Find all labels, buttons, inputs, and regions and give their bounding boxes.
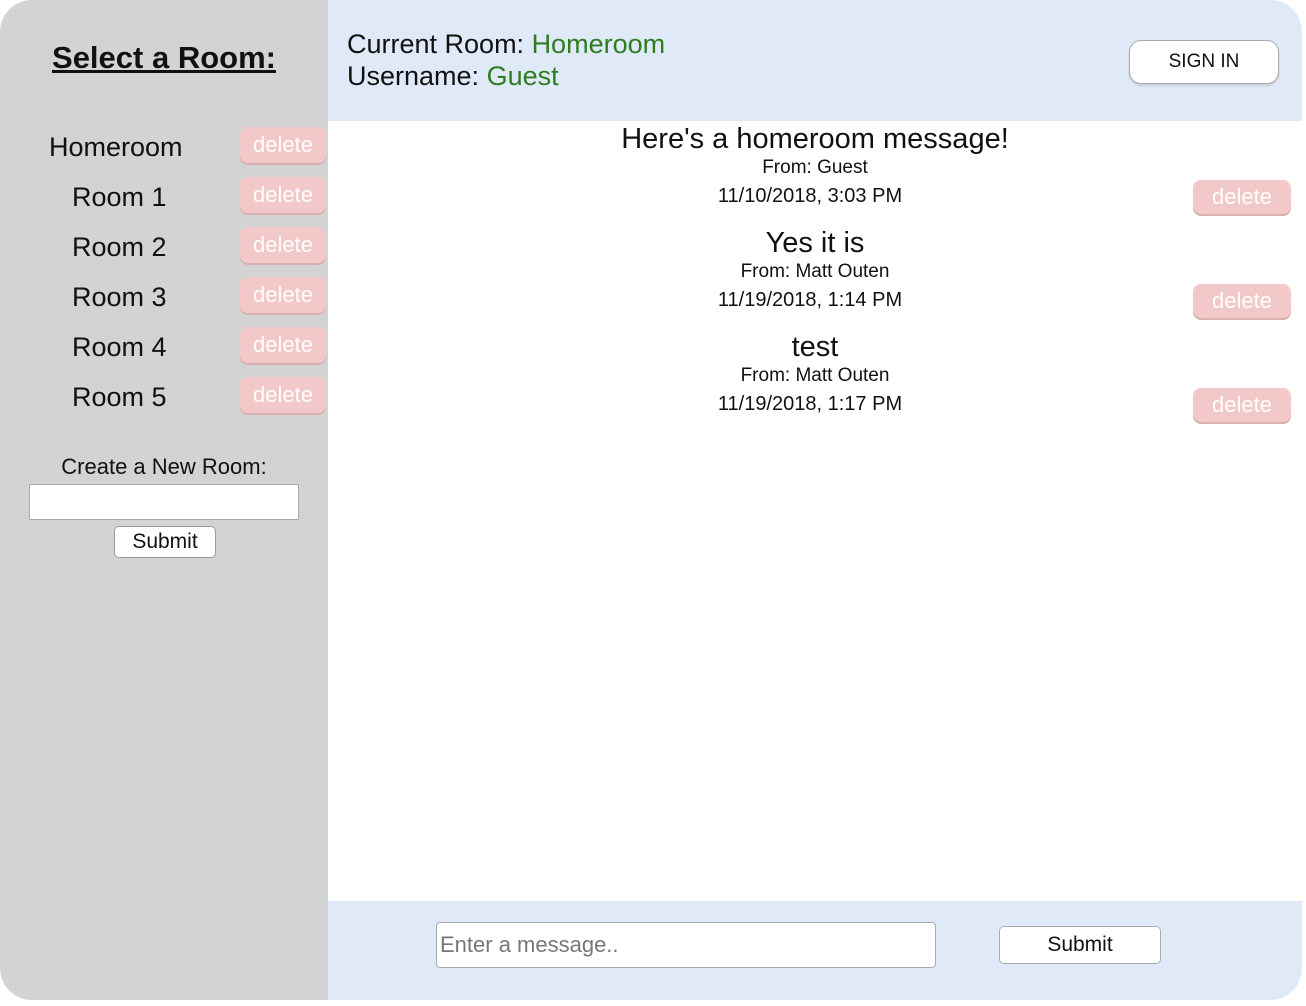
message-input[interactable] bbox=[436, 922, 936, 968]
delete-message-button[interactable]: delete bbox=[1193, 284, 1291, 318]
room-item-room-2: Room 2 delete bbox=[0, 227, 328, 267]
delete-room-button[interactable]: delete bbox=[240, 377, 326, 413]
send-message-button[interactable]: Submit bbox=[999, 926, 1161, 964]
new-room-input[interactable] bbox=[29, 484, 299, 520]
create-room-label: Create a New Room: bbox=[61, 454, 267, 479]
sign-in-button[interactable]: SIGN IN bbox=[1129, 40, 1279, 84]
room-link[interactable]: Room 2 bbox=[72, 227, 167, 267]
message-composer: Submit bbox=[328, 901, 1302, 1000]
message-item: Here's a homeroom message! From: Guest 1… bbox=[328, 121, 1302, 225]
sidebar-title: Select a Room: bbox=[52, 40, 276, 75]
message-timestamp: 11/10/2018, 3:03 PM bbox=[717, 185, 903, 207]
message-author: From: Guest bbox=[762, 157, 868, 178]
room-item-homeroom: Homeroom delete bbox=[0, 127, 328, 167]
message-text: Yes it is bbox=[765, 227, 865, 259]
message-item: test From: Matt Outen 11/19/2018, 1:17 P… bbox=[328, 329, 1302, 433]
room-link[interactable]: Homeroom bbox=[49, 127, 183, 167]
message-list: Here's a homeroom message! From: Guest 1… bbox=[328, 121, 1302, 901]
username-value: Guest bbox=[486, 61, 559, 91]
room-link[interactable]: Room 5 bbox=[72, 377, 167, 417]
room-item-room-3: Room 3 delete bbox=[0, 277, 328, 317]
chat-header: Current Room: Homeroom Username: Guest S… bbox=[328, 0, 1302, 121]
username-line: Username: Guest bbox=[347, 61, 559, 92]
room-item-room-5: Room 5 delete bbox=[0, 377, 328, 417]
message-author: From: Matt Outen bbox=[740, 365, 890, 386]
delete-room-button[interactable]: delete bbox=[240, 127, 326, 163]
message-text: test bbox=[791, 331, 839, 363]
chat-app: Select a Room: Homeroom delete Room 1 de… bbox=[0, 0, 1302, 1000]
room-link[interactable]: Room 3 bbox=[72, 277, 167, 317]
room-item-room-1: Room 1 delete bbox=[0, 177, 328, 217]
message-text: Here's a homeroom message! bbox=[621, 123, 1009, 155]
delete-room-button[interactable]: delete bbox=[240, 277, 326, 313]
current-room-value: Homeroom bbox=[531, 29, 666, 59]
room-item-room-4: Room 4 delete bbox=[0, 327, 328, 367]
username-label: Username: bbox=[347, 61, 487, 91]
message-author: From: Matt Outen bbox=[740, 261, 890, 282]
delete-message-button[interactable]: delete bbox=[1193, 180, 1291, 214]
delete-room-button[interactable]: delete bbox=[240, 327, 326, 363]
create-room-submit-button[interactable]: Submit bbox=[114, 526, 216, 558]
message-timestamp: 11/19/2018, 1:17 PM bbox=[717, 393, 903, 415]
delete-room-button[interactable]: delete bbox=[240, 227, 326, 263]
delete-room-button[interactable]: delete bbox=[240, 177, 326, 213]
room-sidebar: Select a Room: Homeroom delete Room 1 de… bbox=[0, 0, 328, 1000]
delete-message-button[interactable]: delete bbox=[1193, 388, 1291, 422]
room-link[interactable]: Room 4 bbox=[72, 327, 167, 367]
message-item: Yes it is From: Matt Outen 11/19/2018, 1… bbox=[328, 225, 1302, 329]
room-link[interactable]: Room 1 bbox=[72, 177, 167, 217]
message-timestamp: 11/19/2018, 1:14 PM bbox=[717, 289, 903, 311]
current-room-label: Current Room: bbox=[347, 29, 532, 59]
current-room-line: Current Room: Homeroom bbox=[347, 29, 665, 60]
